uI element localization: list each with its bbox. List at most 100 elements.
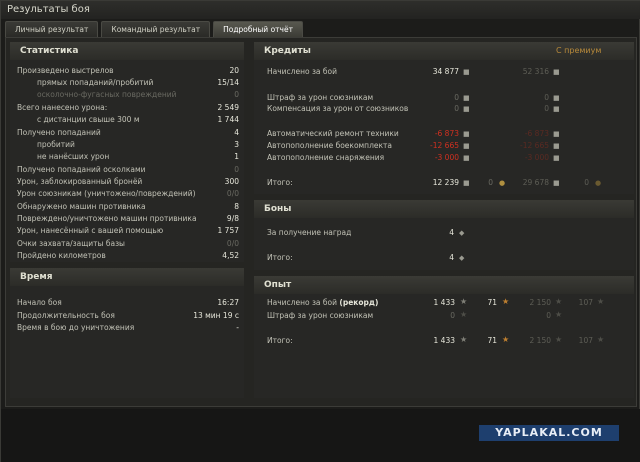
exp-star-icon: ★ [555, 297, 563, 306]
stat-label: Урон, заблокированный бронёй [17, 177, 143, 186]
credits-label: Автопополнение боекомплекта [267, 141, 392, 150]
stat-label: не нанёсших урон [37, 152, 110, 161]
tab-detailed-report[interactable]: Подробный отчёт [213, 21, 303, 37]
stat-value: 0/0 [226, 189, 239, 198]
credits-icon: ■ [553, 179, 560, 187]
credits-icon: ■ [463, 68, 470, 76]
tab-team-result[interactable]: Командный результат [101, 21, 211, 37]
credits-icon: ■ [463, 142, 470, 150]
stat-value: 1 [234, 152, 239, 161]
stat-label: Урон союзникам (уничтожено/повреждений) [17, 189, 196, 198]
credits-value: -6 873 [434, 129, 459, 138]
exp-star-icon: ★ [460, 310, 468, 319]
stat-value: 3 [234, 140, 239, 149]
stat-value: 2 549 [217, 103, 239, 112]
credits-total-gold: 0 [488, 178, 493, 187]
stat-label: Всего нанесено урона: [17, 103, 108, 112]
credits-icon: ■ [463, 105, 470, 113]
bonds-total-value: 4 [449, 253, 454, 262]
premium-label: С премиум [556, 46, 602, 55]
exp-premium-total: 2 150 [529, 336, 551, 345]
free-exp-star-icon: ★ [502, 335, 510, 344]
credits-label: Компенсация за урон от союзников [267, 104, 409, 113]
stat-value: 8 [234, 202, 239, 211]
free-exp-star-icon: ★ [597, 297, 605, 306]
exp-premium-value: 0 [546, 311, 551, 320]
credits-icon: ■ [553, 105, 560, 113]
bond-icon: ◆ [459, 229, 465, 237]
time-label: Время в бою до уничтожения [17, 323, 135, 332]
exp-value: 1 433 [433, 298, 455, 307]
credits-value: -3 000 [434, 153, 459, 162]
tab-bar: Личный результат Командный результат Под… [5, 21, 303, 37]
free-exp-premium-total: 107 [578, 336, 593, 345]
credits-premium-value: 0 [544, 93, 549, 102]
stat-label: Получено попаданий осколками [17, 165, 146, 174]
stat-label: Повреждено/уничтожено машин противника [17, 214, 197, 223]
exp-star-icon: ★ [555, 310, 563, 319]
exp-star-icon: ★ [460, 335, 468, 344]
time-label: Начало боя [17, 298, 62, 307]
credits-icon: ■ [553, 154, 560, 162]
exp-star-icon: ★ [555, 335, 563, 344]
credits-premium-gold: 0 [584, 178, 589, 187]
free-exp-total-value: 71 [487, 336, 497, 345]
time-value: 13 мин 19 с [193, 311, 239, 320]
stat-value: 15/14 [217, 78, 239, 87]
time-value: - [236, 323, 239, 332]
stat-value: 9/8 [226, 214, 239, 223]
free-exp-value: 71 [487, 298, 497, 307]
credits-value: 0 [454, 104, 459, 113]
exp-record: (рекорд) [339, 298, 379, 307]
credits-premium-total: 29 678 [522, 178, 549, 187]
stat-value: 0/0 [226, 239, 239, 248]
credits-premium-value: 0 [544, 104, 549, 113]
credits-total-value: 12 239 [432, 178, 459, 187]
exp-premium-value: 2 150 [529, 298, 551, 307]
stat-label: Обнаружено машин противника [17, 202, 146, 211]
results-window: Результаты боя Личный результат Командны… [0, 0, 640, 462]
free-exp-star-icon: ★ [597, 335, 605, 344]
stat-label: Очки захвата/защиты базы [17, 239, 125, 248]
exp-value: 0 [450, 311, 455, 320]
stat-value: 20 [229, 66, 239, 75]
free-exp-star-icon: ★ [502, 297, 510, 306]
stats-header: Статистика [10, 42, 244, 60]
exp-label: Штраф за урон союзникам [267, 311, 374, 320]
stat-value: 4,52 [222, 251, 239, 260]
credits-label: Начислено за бой [267, 67, 338, 76]
gold-icon: ● [499, 179, 506, 187]
stat-label: Урон, нанесённый с вашей помощью [17, 226, 164, 235]
stat-value: 1 744 [217, 115, 239, 124]
credits-icon: ■ [463, 154, 470, 162]
credits-icon: ■ [553, 130, 560, 138]
credits-label: Автоматический ремонт техники [267, 129, 399, 138]
gold-icon: ● [595, 179, 602, 187]
credits-icon: ■ [463, 179, 470, 187]
credits-label: Автопополнение снаряжения [267, 153, 385, 162]
exp-total-value: 1 433 [433, 336, 455, 345]
exp-label: Начислено за бой (рекорд) [267, 298, 379, 307]
bonds-total-label: Итого: [267, 253, 293, 262]
credits-value: 34 877 [432, 67, 459, 76]
free-exp-premium-value: 107 [578, 298, 593, 307]
stat-label: Получено попаданий [17, 128, 101, 137]
credits-premium-value: 52 316 [522, 67, 549, 76]
stat-label: пробитий [37, 140, 75, 149]
stat-value: 1 757 [217, 226, 239, 235]
window-title: Результаты боя [1, 1, 640, 19]
time-panel: Время [10, 268, 244, 398]
credits-icon: ■ [553, 94, 560, 102]
time-value: 16:27 [217, 298, 239, 307]
stat-label: Произведено выстрелов [17, 66, 114, 75]
stat-value: 300 [224, 177, 239, 186]
bond-icon: ◆ [459, 254, 465, 262]
credits-icon: ■ [553, 142, 560, 150]
exp-header: Опыт [254, 276, 634, 294]
bonds-value: 4 [449, 228, 454, 237]
bonds-label: За получение наград [267, 228, 352, 237]
credits-panel: Кредиты С премиум [254, 42, 634, 194]
stat-label: с дистанции свыше 300 м [37, 115, 140, 124]
tab-personal-result[interactable]: Личный результат [5, 21, 99, 37]
time-label: Продолжительность боя [17, 311, 115, 320]
